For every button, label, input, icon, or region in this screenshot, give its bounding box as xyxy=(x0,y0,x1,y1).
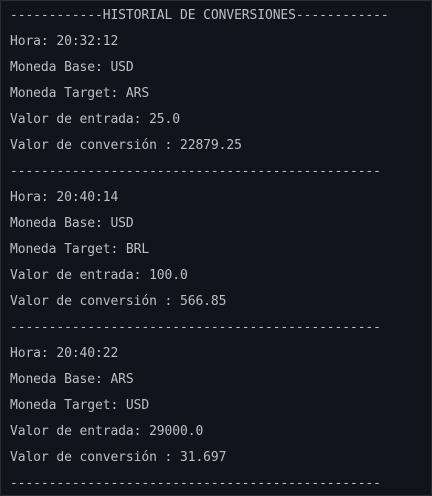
entry-3-time: Hora: 20:40:22 xyxy=(10,346,119,361)
entry-3-base-currency: Moneda Base: ARS xyxy=(10,372,134,387)
history-header: ------------HISTORIAL DE CONVERSIONES---… xyxy=(10,8,389,23)
entry-1-time: Hora: 20:32:12 xyxy=(10,34,119,49)
entry-3-conversion-value: Valor de conversión : 31.697 xyxy=(10,450,227,465)
entry-2-conversion-value: Valor de conversión : 566.85 xyxy=(10,294,227,309)
entry-1-target-currency: Moneda Target: ARS xyxy=(10,86,150,101)
entry-2-target-currency: Moneda Target: BRL xyxy=(10,242,150,257)
console-output[interactable]: ------------HISTORIAL DE CONVERSIONES---… xyxy=(0,0,432,496)
separator-1: ----------------------------------------… xyxy=(10,164,381,179)
entry-3-target-currency: Moneda Target: USD xyxy=(10,398,150,413)
separator-3: ----------------------------------------… xyxy=(10,476,381,491)
entry-1-conversion-value: Valor de conversión : 22879.25 xyxy=(10,138,242,153)
entry-1-input-value: Valor de entrada: 25.0 xyxy=(10,112,180,127)
entry-1-base-currency: Moneda Base: USD xyxy=(10,60,134,75)
entry-2-input-value: Valor de entrada: 100.0 xyxy=(10,268,188,283)
entry-3-input-value: Valor de entrada: 29000.0 xyxy=(10,424,204,439)
entry-2-time: Hora: 20:40:14 xyxy=(10,190,119,205)
separator-2: ----------------------------------------… xyxy=(10,320,381,335)
entry-2-base-currency: Moneda Base: USD xyxy=(10,216,134,231)
